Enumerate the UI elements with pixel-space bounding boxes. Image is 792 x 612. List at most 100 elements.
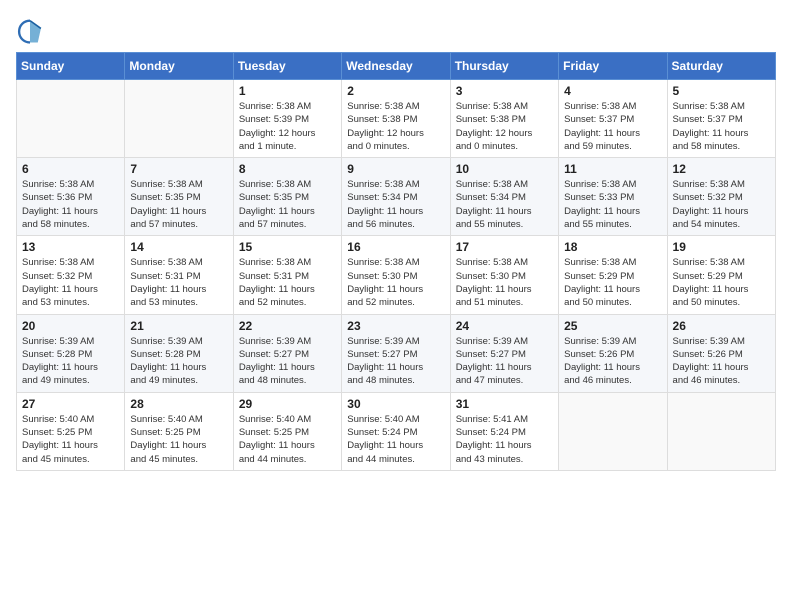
day-info: Sunrise: 5:41 AMSunset: 5:24 PMDaylight:… xyxy=(456,413,553,466)
day-number: 18 xyxy=(564,240,661,254)
day-number: 2 xyxy=(347,84,444,98)
day-number: 23 xyxy=(347,319,444,333)
day-number: 21 xyxy=(130,319,227,333)
calendar-header-friday: Friday xyxy=(559,53,667,80)
day-info: Sunrise: 5:38 AMSunset: 5:38 PMDaylight:… xyxy=(347,100,444,153)
calendar-header-wednesday: Wednesday xyxy=(342,53,450,80)
day-info: Sunrise: 5:38 AMSunset: 5:32 PMDaylight:… xyxy=(673,178,770,231)
calendar-cell: 17 Sunrise: 5:38 AMSunset: 5:30 PMDayligh… xyxy=(450,236,558,314)
day-info: Sunrise: 5:38 AMSunset: 5:31 PMDaylight:… xyxy=(130,256,227,309)
day-info: Sunrise: 5:40 AMSunset: 5:25 PMDaylight:… xyxy=(239,413,336,466)
calendar-week-3: 13 Sunrise: 5:38 AMSunset: 5:32 PMDayligh… xyxy=(17,236,776,314)
calendar-header-row: SundayMondayTuesdayWednesdayThursdayFrid… xyxy=(17,53,776,80)
day-info: Sunrise: 5:39 AMSunset: 5:27 PMDaylight:… xyxy=(456,335,553,388)
logo xyxy=(16,16,48,44)
day-info: Sunrise: 5:40 AMSunset: 5:25 PMDaylight:… xyxy=(130,413,227,466)
calendar-cell: 5Sunrise: 5:38 AMSunset: 5:37 PMDaylight… xyxy=(667,80,775,158)
day-info: Sunrise: 5:38 AMSunset: 5:34 PMDaylight:… xyxy=(347,178,444,231)
day-number: 5 xyxy=(673,84,770,98)
calendar-cell: 25 Sunrise: 5:39 AMSunset: 5:26 PMDayligh… xyxy=(559,314,667,392)
day-info: Sunrise: 5:38 AMSunset: 5:35 PMDaylight:… xyxy=(130,178,227,231)
calendar-cell: 29 Sunrise: 5:40 AMSunset: 5:25 PMDayligh… xyxy=(233,392,341,470)
calendar-cell: 18 Sunrise: 5:38 AMSunset: 5:29 PMDayligh… xyxy=(559,236,667,314)
header xyxy=(16,16,776,44)
day-number: 3 xyxy=(456,84,553,98)
calendar-header-monday: Monday xyxy=(125,53,233,80)
calendar-cell: 13 Sunrise: 5:38 AMSunset: 5:32 PMDayligh… xyxy=(17,236,125,314)
day-info: Sunrise: 5:38 AMSunset: 5:36 PMDaylight:… xyxy=(22,178,119,231)
calendar-week-1: 1 Sunrise: 5:38 AMSunset: 5:39 PMDaylight… xyxy=(17,80,776,158)
day-info: Sunrise: 5:38 AMSunset: 5:39 PMDaylight:… xyxy=(239,100,336,153)
calendar-cell xyxy=(559,392,667,470)
day-info: Sunrise: 5:38 AMSunset: 5:35 PMDaylight:… xyxy=(239,178,336,231)
day-number: 16 xyxy=(347,240,444,254)
day-number: 12 xyxy=(673,162,770,176)
day-number: 31 xyxy=(456,397,553,411)
calendar-cell: 4 Sunrise: 5:38 AMSunset: 5:37 PMDaylight… xyxy=(559,80,667,158)
calendar-cell: 24 Sunrise: 5:39 AMSunset: 5:27 PMDayligh… xyxy=(450,314,558,392)
calendar-cell xyxy=(125,80,233,158)
calendar-cell: 31 Sunrise: 5:41 AMSunset: 5:24 PMDayligh… xyxy=(450,392,558,470)
day-number: 29 xyxy=(239,397,336,411)
day-number: 22 xyxy=(239,319,336,333)
day-info: Sunrise: 5:38 AMSunset: 5:37 PMDaylight:… xyxy=(564,100,661,153)
calendar-header-saturday: Saturday xyxy=(667,53,775,80)
day-number: 27 xyxy=(22,397,119,411)
day-number: 10 xyxy=(456,162,553,176)
calendar-cell: 30Sunrise: 5:40 AMSunset: 5:24 PMDayligh… xyxy=(342,392,450,470)
day-info: Sunrise: 5:38 AMSunset: 5:34 PMDaylight:… xyxy=(456,178,553,231)
day-info: Sunrise: 5:38 AMSunset: 5:31 PMDaylight:… xyxy=(239,256,336,309)
calendar-cell: 8 Sunrise: 5:38 AMSunset: 5:35 PMDaylight… xyxy=(233,158,341,236)
calendar-week-2: 6 Sunrise: 5:38 AMSunset: 5:36 PMDaylight… xyxy=(17,158,776,236)
calendar-cell: 23 Sunrise: 5:39 AMSunset: 5:27 PMDayligh… xyxy=(342,314,450,392)
day-number: 26 xyxy=(673,319,770,333)
calendar-cell: 21 Sunrise: 5:39 AMSunset: 5:28 PMDayligh… xyxy=(125,314,233,392)
calendar-cell xyxy=(17,80,125,158)
day-number: 28 xyxy=(130,397,227,411)
day-number: 8 xyxy=(239,162,336,176)
day-info: Sunrise: 5:39 AMSunset: 5:26 PMDaylight:… xyxy=(564,335,661,388)
calendar-cell: 27Sunrise: 5:40 AMSunset: 5:25 PMDayligh… xyxy=(17,392,125,470)
calendar-cell: 26 Sunrise: 5:39 AMSunset: 5:26 PMDayligh… xyxy=(667,314,775,392)
calendar-cell: 6 Sunrise: 5:38 AMSunset: 5:36 PMDaylight… xyxy=(17,158,125,236)
calendar-cell: 14Sunrise: 5:38 AMSunset: 5:31 PMDayligh… xyxy=(125,236,233,314)
day-number: 20 xyxy=(22,319,119,333)
day-number: 15 xyxy=(239,240,336,254)
day-number: 6 xyxy=(22,162,119,176)
calendar-cell: 1 Sunrise: 5:38 AMSunset: 5:39 PMDaylight… xyxy=(233,80,341,158)
calendar-cell xyxy=(667,392,775,470)
day-info: Sunrise: 5:39 AMSunset: 5:27 PMDaylight:… xyxy=(347,335,444,388)
day-number: 4 xyxy=(564,84,661,98)
day-info: Sunrise: 5:38 AMSunset: 5:33 PMDaylight:… xyxy=(564,178,661,231)
day-number: 25 xyxy=(564,319,661,333)
calendar-cell: 2 Sunrise: 5:38 AMSunset: 5:38 PMDaylight… xyxy=(342,80,450,158)
calendar-cell: 28 Sunrise: 5:40 AMSunset: 5:25 PMDayligh… xyxy=(125,392,233,470)
calendar-week-4: 20 Sunrise: 5:39 AMSunset: 5:28 PMDayligh… xyxy=(17,314,776,392)
calendar-cell: 20Sunrise: 5:39 AMSunset: 5:28 PMDayligh… xyxy=(17,314,125,392)
day-number: 11 xyxy=(564,162,661,176)
calendar-cell: 7 Sunrise: 5:38 AMSunset: 5:35 PMDaylight… xyxy=(125,158,233,236)
calendar-header-tuesday: Tuesday xyxy=(233,53,341,80)
day-info: Sunrise: 5:40 AMSunset: 5:24 PMDaylight:… xyxy=(347,413,444,466)
calendar-cell: 12 Sunrise: 5:38 AMSunset: 5:32 PMDayligh… xyxy=(667,158,775,236)
day-number: 17 xyxy=(456,240,553,254)
day-info: Sunrise: 5:38 AMSunset: 5:30 PMDaylight:… xyxy=(456,256,553,309)
calendar-cell: 22Sunrise: 5:39 AMSunset: 5:27 PMDayligh… xyxy=(233,314,341,392)
day-number: 19 xyxy=(673,240,770,254)
day-number: 13 xyxy=(22,240,119,254)
calendar-cell: 11 Sunrise: 5:38 AMSunset: 5:33 PMDayligh… xyxy=(559,158,667,236)
day-number: 1 xyxy=(239,84,336,98)
day-info: Sunrise: 5:38 AMSunset: 5:38 PMDaylight:… xyxy=(456,100,553,153)
day-info: Sunrise: 5:38 AMSunset: 5:29 PMDaylight:… xyxy=(564,256,661,309)
day-number: 9 xyxy=(347,162,444,176)
logo-icon xyxy=(16,16,44,44)
day-number: 7 xyxy=(130,162,227,176)
day-number: 24 xyxy=(456,319,553,333)
day-info: Sunrise: 5:38 AMSunset: 5:30 PMDaylight:… xyxy=(347,256,444,309)
calendar-cell: 16 Sunrise: 5:38 AMSunset: 5:30 PMDayligh… xyxy=(342,236,450,314)
day-info: Sunrise: 5:39 AMSunset: 5:28 PMDaylight:… xyxy=(130,335,227,388)
calendar-cell: 19Sunrise: 5:38 AMSunset: 5:29 PMDayligh… xyxy=(667,236,775,314)
day-info: Sunrise: 5:38 AMSunset: 5:32 PMDaylight:… xyxy=(22,256,119,309)
calendar-header-thursday: Thursday xyxy=(450,53,558,80)
day-info: Sunrise: 5:39 AMSunset: 5:26 PMDaylight:… xyxy=(673,335,770,388)
